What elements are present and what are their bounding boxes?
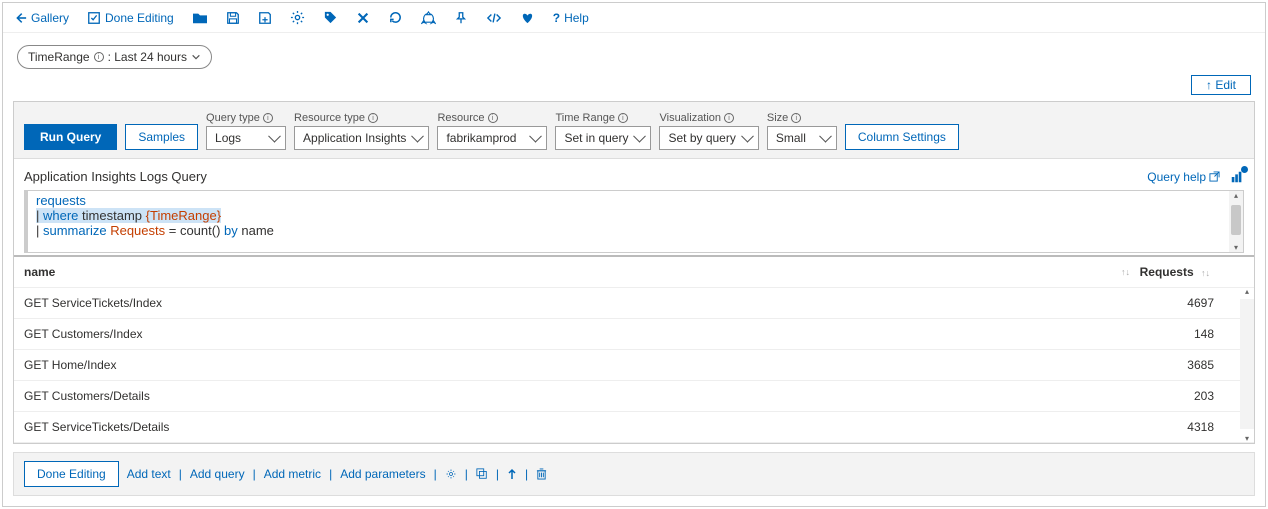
back-arrow-icon [13,11,27,25]
code-scrollbar[interactable]: ▴ ▾ [1229,191,1243,252]
info-icon: i [368,113,378,123]
app-frame: Gallery Done Editing [2,2,1266,507]
visualization-select[interactable]: Set by query [659,126,758,150]
edit-row: ↑ Edit [3,75,1265,101]
heart-icon[interactable] [520,11,535,25]
visualization-field: Visualizationi Set by query [659,112,758,150]
info-icon: i [263,113,273,123]
table-row[interactable]: GET ServiceTickets/Details4318 [14,412,1254,443]
query-toolbar: Run Query Samples Query typei Logs Resou… [14,102,1254,159]
done-editing-button[interactable]: Done Editing [87,11,174,25]
query-subtitle: Application Insights Logs Query [24,169,207,184]
save-icon[interactable] [226,11,240,25]
table-row[interactable]: GET Customers/Details203 [14,381,1254,412]
run-query-button[interactable]: Run Query [24,124,117,150]
column-settings-button[interactable]: Column Settings [845,124,959,150]
refresh-icon[interactable] [388,10,403,25]
recycle-icon[interactable] [421,10,436,25]
parameter-row: TimeRange i : Last 24 hours [3,33,1265,75]
info-icon: i [488,113,498,123]
info-icon: i [94,52,104,62]
results-table-wrap: name ↑↓ Requests ↑↓ GET ServiceTickets/I… [14,255,1254,443]
add-query-link[interactable]: Add query [190,467,245,481]
gallery-button[interactable]: Gallery [13,11,69,25]
settings-small-icon[interactable] [445,468,457,480]
size-field: Sizei Small [767,112,837,150]
results-table: name ↑↓ Requests ↑↓ GET ServiceTickets/I… [14,255,1254,443]
code-icon[interactable] [486,11,502,25]
pin-chart-icon[interactable] [1230,170,1244,184]
info-icon: i [618,113,628,123]
table-header: name ↑↓ Requests ↑↓ [14,257,1254,288]
query-help-link[interactable]: Query help [1147,170,1220,184]
close-x-icon[interactable] [356,11,370,25]
query-type-field: Query typei Logs [206,112,286,150]
query-panel: Run Query Samples Query typei Logs Resou… [13,101,1255,444]
query-editor[interactable]: requests | where timestamp {TimeRange} |… [24,190,1244,253]
sort-icon[interactable]: ↑↓ [1121,267,1130,277]
copy-icon[interactable] [476,468,488,480]
timerange-pill[interactable]: TimeRange i : Last 24 hours [17,45,212,69]
add-metric-link[interactable]: Add metric [264,467,321,481]
chevron-down-icon [191,52,201,62]
add-parameters-link[interactable]: Add parameters [340,467,425,481]
timerange-field: Time Rangei Set in query [555,112,651,150]
pin-icon[interactable] [454,11,468,25]
size-select[interactable]: Small [767,126,837,150]
help-button[interactable]: ? Help [553,11,589,25]
done-editing-icon [87,11,101,25]
footer-done-editing-button[interactable]: Done Editing [24,461,119,487]
query-help-links: Query help [1147,170,1244,184]
info-icon: i [724,113,734,123]
resource-select[interactable]: fabrikamprod [437,126,547,150]
subtitle-row: Application Insights Logs Query Query he… [14,159,1254,190]
move-up-icon[interactable] [507,468,517,480]
table-row[interactable]: GET ServiceTickets/Index4697 [14,288,1254,319]
sort-icon[interactable]: ↑↓ [1201,268,1210,278]
open-folder-icon[interactable] [192,11,208,25]
samples-button[interactable]: Samples [125,124,198,150]
resource-type-select[interactable]: Application Insights [294,126,429,150]
gear-icon[interactable] [290,10,305,25]
resource-type-field: Resource typei Application Insights [294,112,429,150]
trash-icon[interactable] [536,468,547,480]
info-icon: i [791,113,801,123]
timerange-select[interactable]: Set in query [555,126,651,150]
add-text-link[interactable]: Add text [127,467,171,481]
tag-icon[interactable] [323,10,338,25]
table-row[interactable]: GET Home/Index3685 [14,350,1254,381]
save-as-icon[interactable] [258,11,272,25]
question-icon: ? [553,11,560,25]
query-type-select[interactable]: Logs [206,126,286,150]
footer-toolbar: Done Editing Add text| Add query| Add me… [13,452,1255,496]
top-toolbar: Gallery Done Editing [3,3,1265,33]
resource-field: Resourcei fabrikamprod [437,112,547,150]
table-row[interactable]: GET Customers/Index148 [14,319,1254,350]
edit-button[interactable]: ↑ Edit [1191,75,1251,95]
